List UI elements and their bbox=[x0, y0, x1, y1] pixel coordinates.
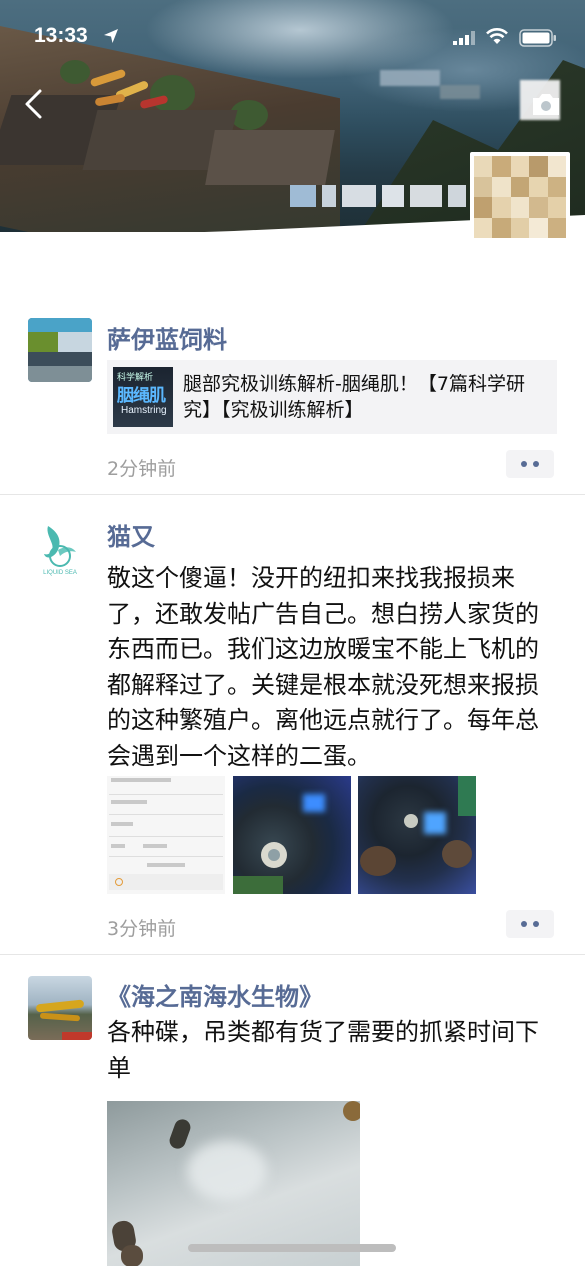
post-time: 2分钟前 bbox=[107, 458, 177, 480]
avatar[interactable] bbox=[28, 976, 92, 1040]
signal-icon bbox=[453, 31, 475, 45]
post-divider bbox=[0, 494, 585, 495]
post-text: 敬这个傻逼！没开的纽扣来找我报损来了，还敢发帖广告自己。想白捞人家货的东西而已。… bbox=[107, 564, 539, 770]
post-author-name[interactable]: 猫又 bbox=[107, 517, 155, 552]
link-thumbnail: 科学解析 胭绳肌 Hamstring bbox=[113, 367, 173, 427]
link-title: 腿部究极训练解析-胭绳肌！【7篇科学研究】【究极训练解析】 bbox=[183, 373, 525, 421]
post-divider bbox=[0, 954, 585, 955]
camera-icon[interactable] bbox=[530, 90, 562, 118]
post-author-name[interactable]: 萨伊蓝饲料 bbox=[107, 320, 227, 355]
home-indicator[interactable] bbox=[188, 1244, 396, 1252]
wifi-icon bbox=[486, 28, 508, 44]
more-dots-icon bbox=[521, 461, 527, 467]
battery-icon bbox=[519, 29, 556, 47]
location-arrow-icon bbox=[104, 29, 118, 43]
avatar[interactable]: LIQUID SEA bbox=[28, 516, 92, 580]
post-image-2[interactable] bbox=[233, 776, 351, 894]
more-actions-button[interactable] bbox=[506, 910, 554, 938]
post-text: 各种碟，吊类都有货了需要的抓紧时间下单 bbox=[107, 1018, 539, 1082]
post-time: 3分钟前 bbox=[107, 918, 177, 940]
post-image-1[interactable] bbox=[107, 776, 225, 894]
more-dots-icon bbox=[521, 921, 527, 927]
status-bar: 13:33 bbox=[0, 0, 585, 70]
status-time: 13:33 bbox=[34, 24, 88, 47]
cover-username-mosaic bbox=[290, 178, 466, 214]
post-video-thumbnail[interactable] bbox=[107, 1101, 360, 1266]
shared-link-card[interactable]: 科学解析 胭绳肌 Hamstring 腿部究极训练解析-胭绳肌！【7篇科学研究】… bbox=[107, 360, 557, 434]
cover-avatar[interactable] bbox=[470, 152, 570, 242]
back-arrow-icon[interactable] bbox=[22, 88, 44, 120]
more-actions-button[interactable] bbox=[506, 450, 554, 478]
post-author-name[interactable]: 《海之南海水生物》 bbox=[107, 977, 323, 1012]
post-image-3[interactable] bbox=[358, 776, 476, 894]
svg-text:LIQUID SEA: LIQUID SEA bbox=[43, 570, 77, 576]
avatar[interactable] bbox=[28, 318, 92, 382]
liquid-sea-logo-icon: LIQUID SEA bbox=[43, 526, 77, 576]
